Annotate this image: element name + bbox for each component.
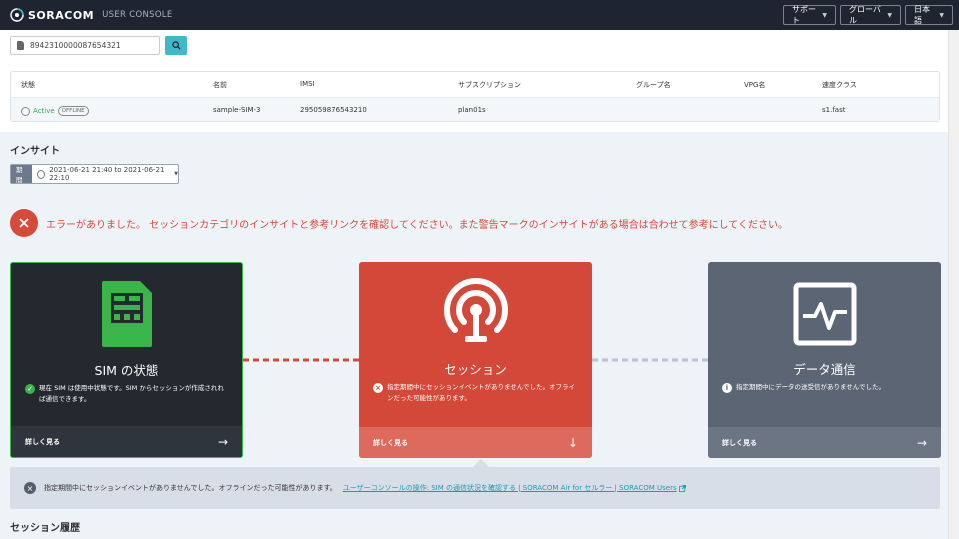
search-icon xyxy=(171,41,181,50)
support-menu-button[interactable]: サポート ▼ xyxy=(783,5,836,25)
column-header-status: 状態 xyxy=(21,81,35,89)
region-menu-label: グローバル xyxy=(849,5,881,25)
data-card-details-link[interactable]: 詳しく見る → xyxy=(708,427,941,458)
session-card-description: × 指定期間中にセッションイベントがありませんでした。オフラインだった可能性があ… xyxy=(373,382,578,404)
session-card-details-label: 詳しく見る xyxy=(373,438,408,447)
chevron-down-icon: ▼ xyxy=(887,11,892,19)
period-label: 期間 xyxy=(11,165,33,184)
session-card-description-text: 指定期間中にセッションイベントがありませんでした。オフラインだった可能性がありま… xyxy=(387,383,575,402)
sim-speed-class-cell: s1.fast xyxy=(822,106,846,114)
chevron-down-icon: ▼ xyxy=(822,11,827,19)
soracom-logo-icon xyxy=(10,8,24,22)
session-data-connector xyxy=(592,358,708,362)
x-circle-icon: × xyxy=(373,383,383,393)
sim-search-value: 8942310000087654321 xyxy=(30,41,121,50)
data-card-details-label: 詳しく見る xyxy=(722,438,757,447)
column-header-subscription: サブスクリプション xyxy=(458,81,521,89)
soracom-logo[interactable]: SORACOM USER CONSOLE xyxy=(10,8,173,22)
brand-name: SORACOM xyxy=(28,8,95,22)
error-message: エラーがありました。 セッションカテゴリのインサイトと参考リンクを確認してくださ… xyxy=(46,219,788,231)
status-circle-icon xyxy=(21,106,30,116)
data-communication-card[interactable]: データ通信 i 指定期間中にデータの送受信がありませんでした。 詳しく見る → xyxy=(708,262,941,458)
error-x-icon xyxy=(10,209,38,237)
language-menu-label: 日本語 xyxy=(914,5,930,25)
antenna-icon xyxy=(443,278,508,342)
sim-card-details-label: 詳しく見る xyxy=(25,437,60,446)
session-card-title: セッション xyxy=(444,362,507,377)
arrow-down-icon: ↓ xyxy=(567,435,578,450)
column-header-vpg: VPG名 xyxy=(744,81,766,89)
column-header-imsi: IMSI xyxy=(300,80,315,88)
data-card-title: データ通信 xyxy=(793,362,856,377)
session-card[interactable]: セッション × 指定期間中にセッションイベントがありませんでした。オフラインだっ… xyxy=(359,262,592,458)
sim-card-title: SIM の状態 xyxy=(94,363,159,378)
offline-badge: OFFLINE xyxy=(57,106,89,116)
sim-imsi-cell: 295059876543210 xyxy=(300,106,367,114)
column-header-name: 名前 xyxy=(213,81,227,89)
sim-session-connector xyxy=(243,358,359,362)
session-history-title: セッション履歴 xyxy=(10,523,80,534)
chevron-down-icon: ▼ xyxy=(939,11,944,19)
activity-chart-icon xyxy=(793,282,856,346)
data-card-description-text: 指定期間中にデータの送受信がありませんでした。 xyxy=(736,383,885,391)
top-navigation-bar: SORACOM USER CONSOLE サポート ▼ グローバル ▼ 日本語 ▼ xyxy=(0,0,959,30)
session-help-link[interactable]: ユーザーコンソールの操作: SIM の通信状況を確認する | SORACOM A… xyxy=(343,483,677,493)
insight-title: インサイト xyxy=(10,146,60,157)
clock-icon xyxy=(37,169,46,179)
support-menu-label: サポート xyxy=(792,5,816,25)
data-card-description: i 指定期間中にデータの送受信がありませんでした。 xyxy=(722,382,927,393)
arrow-right-icon: → xyxy=(217,434,228,449)
column-header-speed-class: 速度クラス xyxy=(822,81,857,89)
sim-status-cell: Active OFFLINE xyxy=(21,106,89,116)
sim-card-icon-wrap xyxy=(11,279,242,349)
console-subtitle: USER CONSOLE xyxy=(102,10,173,20)
table-row[interactable]: Active OFFLINE sample-SIM-3 295059876543… xyxy=(11,97,939,121)
period-selector[interactable]: 期間 2021-06-21 21:40 to 2021-06-21 22:10 … xyxy=(10,164,179,184)
session-info-box: × 指定期間中にセッションイベントがありませんでした。オフラインだった可能性があ… xyxy=(10,467,940,509)
language-menu-button[interactable]: 日本語 ▼ xyxy=(905,5,953,25)
sim-card-details-link[interactable]: 詳しく見る → xyxy=(11,426,242,457)
sim-table: 状態 名前 IMSI サブスクリプション グループ名 VPG名 速度クラス Ac… xyxy=(10,71,940,122)
sim-card-icon xyxy=(101,281,152,347)
external-link-icon xyxy=(678,484,686,492)
check-circle-icon: ✓ xyxy=(25,384,35,394)
session-card-icon-wrap xyxy=(359,278,592,350)
sim-card-description-text: 現在 SIM は使用中状態です。SIM からセッションが作成されれば通信できます… xyxy=(39,384,224,403)
sim-card-description: ✓ 現在 SIM は使用中状態です。SIM からセッションが作成されれば通信でき… xyxy=(25,383,228,405)
session-info-message: 指定期間中にセッションイベントがありませんでした。オフラインだった可能性がありま… xyxy=(44,484,337,492)
period-value: 2021-06-21 21:40 to 2021-06-21 22:10 xyxy=(49,166,165,182)
sim-subscription-cell: plan01s xyxy=(458,106,486,114)
period-value-wrap: 2021-06-21 21:40 to 2021-06-21 22:10 ▼ xyxy=(32,166,178,182)
info-circle-icon: i xyxy=(722,383,732,393)
arrow-right-icon: → xyxy=(916,435,927,450)
error-banner: エラーがありました。 セッションカテゴリのインサイトと参考リンクを確認してくださ… xyxy=(10,209,788,237)
search-button[interactable] xyxy=(165,36,187,55)
sim-status-card[interactable]: SIM の状態 ✓ 現在 SIM は使用中状態です。SIM からセッションが作成… xyxy=(10,262,243,458)
sim-search-input[interactable]: 8942310000087654321 xyxy=(10,36,160,55)
status-active-text: Active xyxy=(33,107,55,115)
data-card-icon-wrap xyxy=(708,278,941,346)
sim-icon xyxy=(17,41,24,50)
column-header-group: グループ名 xyxy=(636,81,671,89)
chevron-down-icon: ▼ xyxy=(174,171,178,177)
session-card-details-link[interactable]: 詳しく見る ↓ xyxy=(359,427,592,458)
search-row: 8942310000087654321 xyxy=(0,30,948,60)
region-menu-button[interactable]: グローバル ▼ xyxy=(840,5,901,25)
x-circle-icon: × xyxy=(24,482,36,494)
page-scrollbar[interactable] xyxy=(948,30,959,539)
sim-name-cell: sample-SIM-3 xyxy=(213,106,261,114)
